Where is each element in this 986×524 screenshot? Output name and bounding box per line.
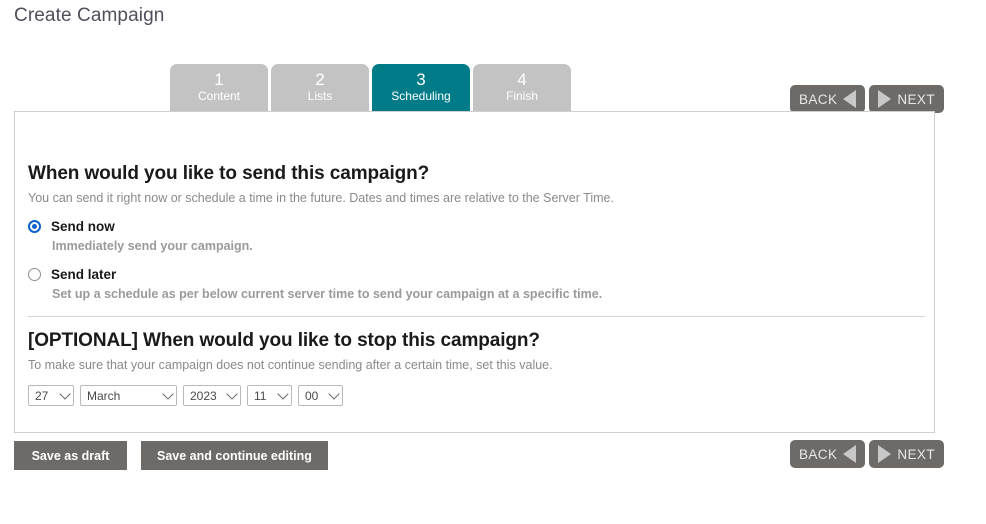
panel-content: When would you like to send this campaig… <box>28 163 925 406</box>
radio-send-later-icon[interactable] <box>28 268 41 281</box>
back-button-label: BACK <box>799 91 838 107</box>
next-button-bottom[interactable]: NEXT <box>869 440 944 468</box>
chevron-down-icon <box>59 387 71 400</box>
chevron-down-icon <box>328 387 340 400</box>
back-button-bottom[interactable]: BACK <box>790 440 866 468</box>
back-button-label: BACK <box>799 446 838 462</box>
send-section-subtitle: You can send it right now or schedule a … <box>28 191 614 205</box>
stop-section-subtitle: To make sure that your campaign does not… <box>28 358 553 372</box>
month-select[interactable]: March <box>80 385 177 406</box>
step-tab-content[interactable]: 1 Content <box>170 64 268 112</box>
chevron-down-icon <box>277 387 289 400</box>
page-title: Create Campaign <box>14 5 165 26</box>
minute-select[interactable]: 00 <box>298 385 343 406</box>
stop-section-title: [OPTIONAL] When would you like to stop t… <box>28 330 540 351</box>
step-number: 4 <box>517 70 527 89</box>
step-label: Lists <box>307 89 333 103</box>
step-label: Scheduling <box>391 89 451 103</box>
next-button-label: NEXT <box>897 446 935 462</box>
hour-select-value: 11 <box>254 388 267 403</box>
stop-datetime-selects: 27 March 2023 11 00 <box>28 385 925 406</box>
step-number: 3 <box>416 70 426 89</box>
arrow-left-icon <box>843 90 857 108</box>
month-select-value: March <box>87 388 121 403</box>
step-tab-lists[interactable]: 2 Lists <box>271 64 369 112</box>
step-tab-finish[interactable]: 4 Finish <box>473 64 571 112</box>
chevron-down-icon <box>226 387 238 400</box>
radio-send-later-label: Send later <box>51 267 117 282</box>
step-label: Content <box>197 89 241 103</box>
next-button-label: NEXT <box>897 91 935 107</box>
step-label: Finish <box>505 89 538 103</box>
save-and-continue-editing-button[interactable]: Save and continue editing <box>141 441 328 470</box>
step-tab-scheduling[interactable]: 3 Scheduling <box>372 64 470 112</box>
day-select-value: 27 <box>35 388 49 403</box>
step-wizard-tabs: 1 Content 2 Lists 3 Scheduling 4 Finish <box>170 64 571 112</box>
chevron-down-icon <box>162 387 174 400</box>
back-button-top[interactable]: BACK <box>790 85 866 113</box>
next-button-top[interactable]: NEXT <box>869 85 944 113</box>
send-section-title: When would you like to send this campaig… <box>28 163 430 184</box>
hour-select[interactable]: 11 <box>247 385 292 406</box>
radio-send-later-help: Set up a schedule as per below current s… <box>52 287 603 301</box>
nav-buttons-bottom: BACK NEXT <box>790 440 944 468</box>
footer-save-buttons: Save as draft Save and continue editing <box>14 441 328 470</box>
arrow-right-icon <box>878 445 892 463</box>
section-divider <box>28 316 925 317</box>
arrow-left-icon <box>843 445 857 463</box>
radio-option-send-now[interactable]: Send now <box>28 219 925 234</box>
save-as-draft-button[interactable]: Save as draft <box>14 441 127 470</box>
arrow-right-icon <box>878 90 892 108</box>
year-select[interactable]: 2023 <box>183 385 241 406</box>
scheduling-panel: When would you like to send this campaig… <box>14 111 935 433</box>
radio-send-now-label: Send now <box>51 219 115 234</box>
radio-send-now-help: Immediately send your campaign. <box>52 239 253 253</box>
nav-buttons-top: BACK NEXT <box>790 85 944 113</box>
radio-option-send-later[interactable]: Send later <box>28 267 925 282</box>
step-number: 1 <box>214 70 224 89</box>
step-number: 2 <box>315 70 325 89</box>
year-select-value: 2023 <box>190 388 217 403</box>
day-select[interactable]: 27 <box>28 385 74 406</box>
radio-send-now-icon[interactable] <box>28 220 41 233</box>
minute-select-value: 00 <box>305 388 319 403</box>
